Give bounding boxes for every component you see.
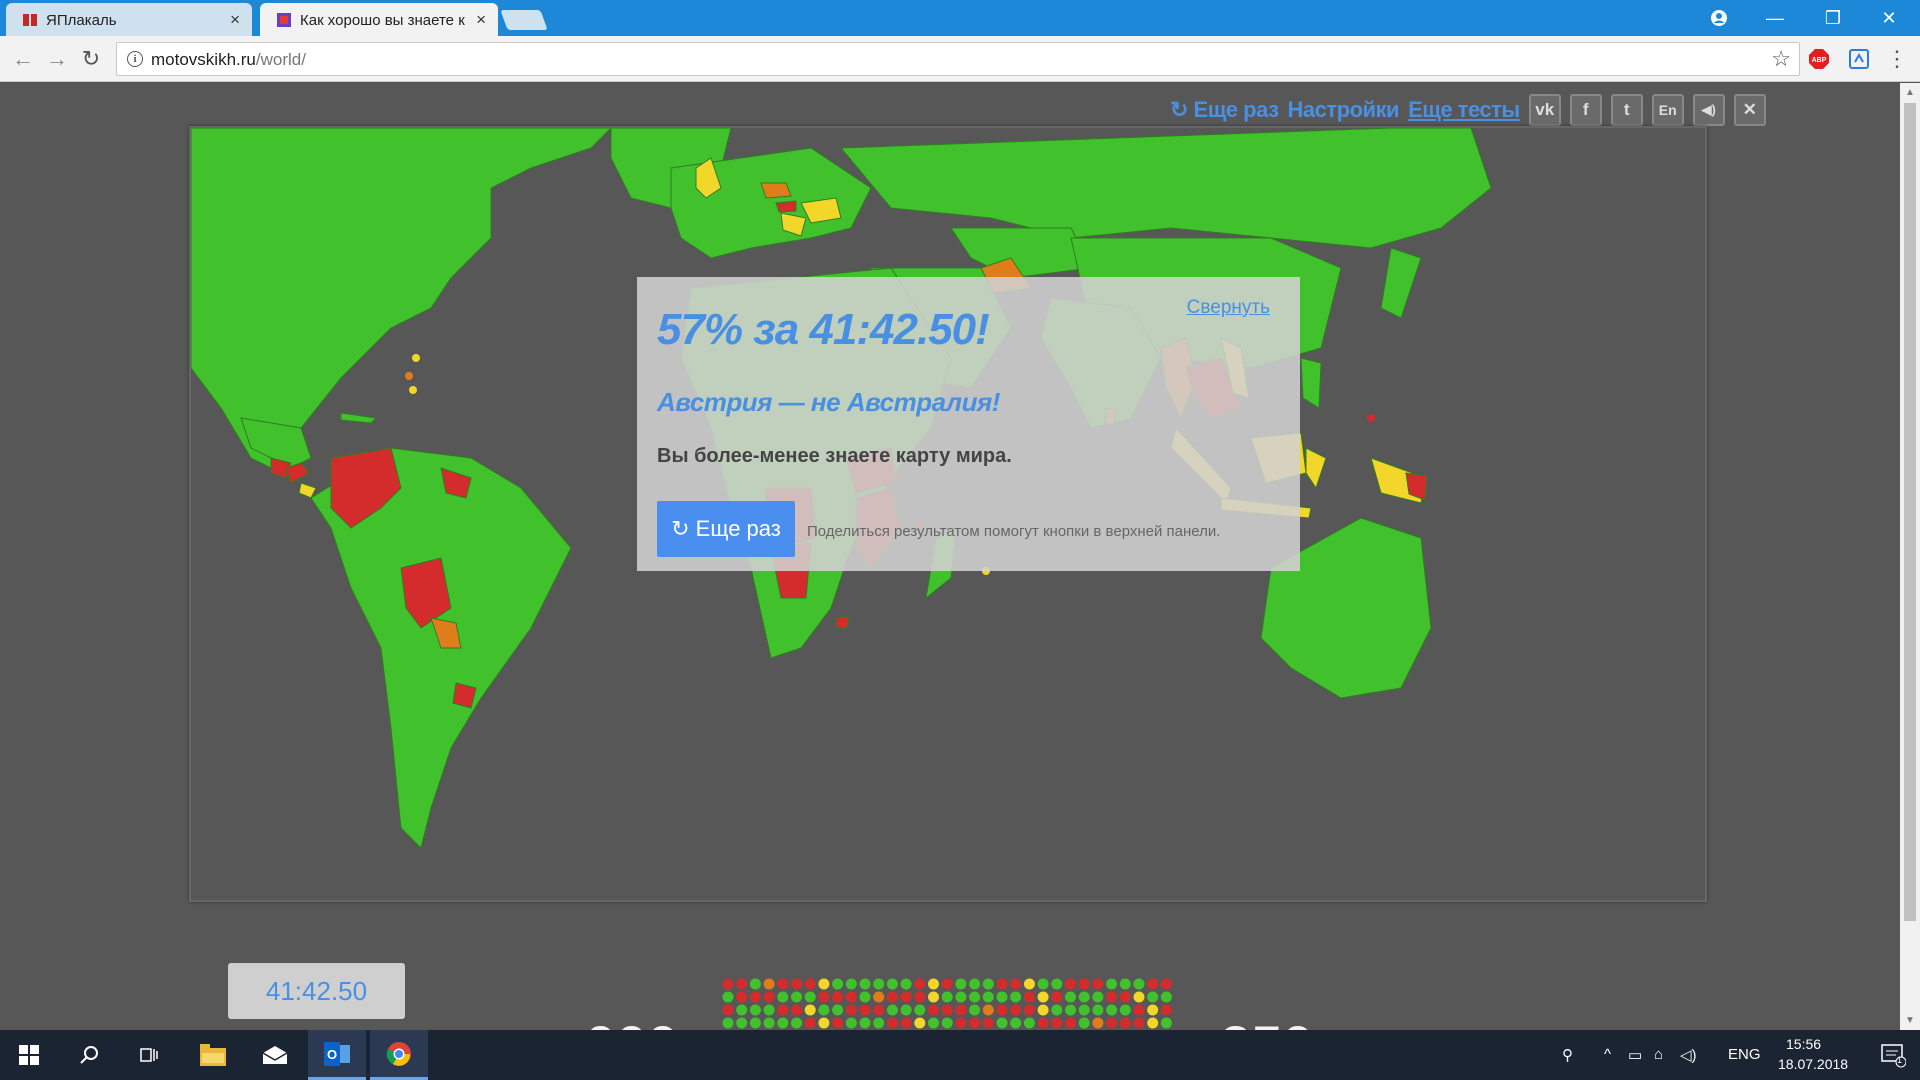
battery-icon[interactable]: ▭ [1628,1046,1642,1064]
browser-menu-icon[interactable]: ⋮ [1884,46,1910,72]
address-bar[interactable]: i motovskikh.ru/world/ ☆ [116,42,1800,76]
notification-count: 1 [1897,1055,1903,1065]
scroll-up-icon[interactable]: ▲ [1905,87,1915,98]
url-path: /world/ [255,50,306,69]
more-tests-link[interactable]: Еще тесты [1408,97,1520,123]
scrollbar-thumb[interactable] [1904,103,1916,921]
bookmark-star-icon[interactable]: ☆ [1771,46,1791,72]
language-icon[interactable]: En [1651,94,1684,126]
settings-link[interactable]: Настройки [1288,97,1400,123]
result-panel: 57% за 41:42.50! Свернуть Австрия — не А… [637,277,1300,571]
page-content: ↻ Еще раз Настройки Еще тесты vk f t En … [0,83,1900,1030]
clock-date[interactable]: 18.07.2018 [1778,1056,1848,1072]
close-window-button[interactable]: ✕ [1866,4,1912,32]
country-hungary [775,200,797,213]
back-arrow-icon[interactable]: ← [10,46,36,72]
vk-icon[interactable]: vk [1528,94,1561,126]
country-poland [760,182,792,199]
svg-text:O: O [327,1047,337,1062]
people-icon[interactable]: ⚲ [1562,1046,1573,1064]
tab-title: ЯПлакаль [46,12,117,29]
twitter-icon[interactable]: t [1610,94,1643,126]
counter-left: 000 [585,1013,678,1030]
site-info-icon[interactable]: i [127,51,143,67]
tab-title: Как хорошо вы знаете к [300,12,465,29]
counter-right: 250 [1220,1013,1313,1030]
url-host: motovskikh.ru [151,50,256,69]
yaplakal-favicon-icon [22,12,38,28]
show-hidden-icons-icon[interactable]: ^ [1604,1046,1611,1063]
timer-display: 41:42.50 [228,963,405,1019]
mail-icon[interactable] [246,1030,304,1080]
restore-button[interactable]: ❐ [1810,4,1856,32]
adblock-icon[interactable]: ABP [1808,48,1830,70]
profile-icon[interactable] [1696,4,1742,32]
task-view-icon[interactable] [120,1030,178,1080]
forward-arrow-icon[interactable]: → [44,46,70,72]
collapse-link[interactable]: Свернуть [1187,297,1270,319]
quiz-favicon-icon [276,12,292,28]
translate-extension-icon[interactable] [1848,48,1870,70]
minimize-button[interactable]: — [1752,4,1798,32]
reload-icon[interactable]: ↻ [78,46,104,72]
close-icon[interactable]: ✕ [1733,94,1766,126]
retry-button[interactable]: ↻ Еще раз [657,501,795,557]
answer-dots-grid [722,978,1172,1029]
svg-text:ABP: ABP [1812,57,1827,64]
tab-world-quiz[interactable]: Как хорошо вы знаете к × [260,3,498,36]
action-center-icon[interactable]: 1 [1880,1042,1907,1068]
sound-icon[interactable]: ◀) [1692,94,1725,126]
result-subtitle: Австрия — не Австралия! [657,387,1000,417]
windows-taskbar: O ⚲ ^ ▭ ⌂ ◁) ENG 15:56 18.07.2018 1 [0,1030,1920,1080]
tab-close-icon[interactable]: × [230,10,240,30]
new-tab-button[interactable] [500,10,548,30]
windows-start-icon[interactable] [0,1030,58,1080]
page-scrollbar[interactable]: ▲ ▼ [1900,83,1920,1030]
chrome-icon[interactable] [370,1030,428,1080]
volume-icon[interactable]: ◁) [1680,1046,1697,1064]
share-hint: Поделиться результатом помогут кнопки в … [807,523,1221,540]
browser-tab-bar: ЯПлакаль × Как хорошо вы знаете к × — ❐ … [0,0,1920,36]
clock-time[interactable]: 15:56 [1786,1036,1821,1052]
search-icon[interactable] [60,1030,118,1080]
result-score: 57% за 41:42.50! [657,305,990,354]
network-icon[interactable]: ⌂ [1654,1046,1663,1063]
top-panel: ↻ Еще раз Настройки Еще тесты vk f t En … [1170,93,1766,127]
country-lesotho [835,615,850,629]
outlook-icon[interactable]: O [308,1030,366,1080]
file-explorer-icon[interactable] [184,1030,242,1080]
tab-close-icon[interactable]: × [476,10,486,30]
scroll-down-icon[interactable]: ▼ [1905,1015,1915,1026]
url-text[interactable]: motovskikh.ru/world/ [151,50,306,70]
retry-link[interactable]: ↻ Еще раз [1170,97,1279,123]
tab-yaplakal[interactable]: ЯПлакаль × [6,3,252,36]
facebook-icon[interactable]: f [1569,94,1602,126]
browser-toolbar: ← → ↻ i motovskikh.ru/world/ ☆ ABP ⋮ [0,36,1920,82]
result-text: Вы более-менее знаете карту мира. [657,445,1012,467]
language-indicator[interactable]: ENG [1728,1046,1761,1063]
